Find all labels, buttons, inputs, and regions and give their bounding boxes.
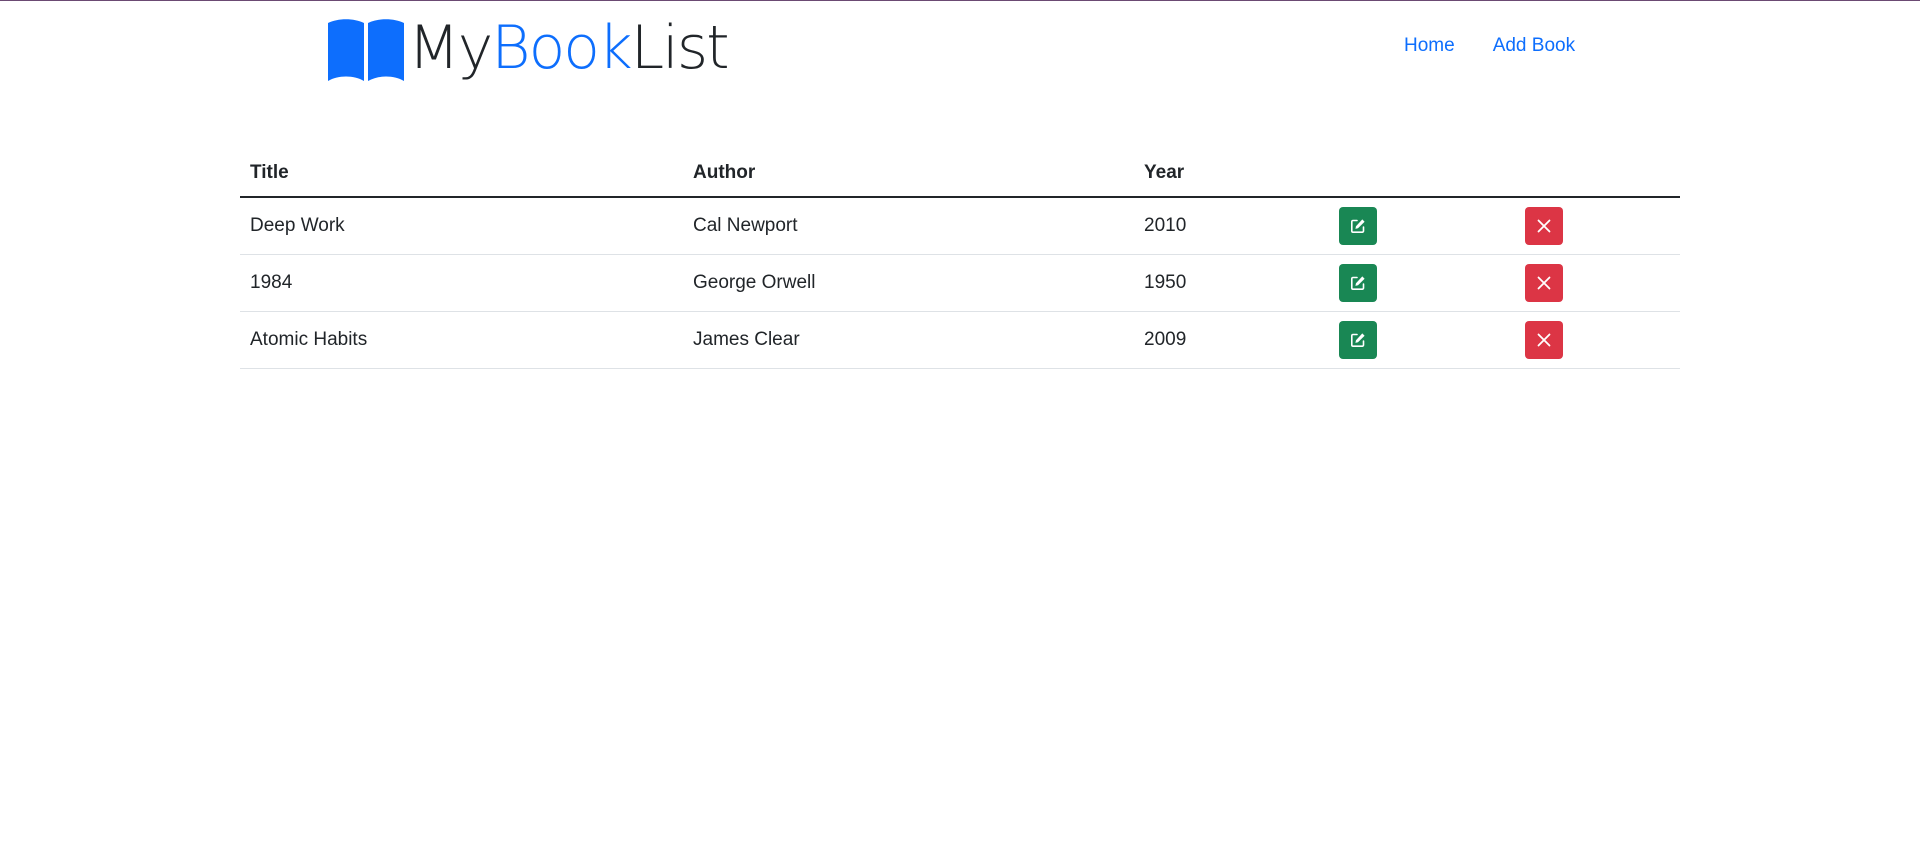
table-body: Deep Work Cal Newport 2010 1984 George O… <box>240 197 1680 369</box>
edit-cell <box>1329 254 1514 312</box>
brand-name-book: Book <box>491 13 632 83</box>
delete-button[interactable] <box>1525 321 1563 359</box>
edit-button[interactable] <box>1339 321 1377 359</box>
book-year: 2010 <box>1134 197 1329 255</box>
column-header-year: Year <box>1134 150 1329 198</box>
brand-name-list: List <box>630 13 730 83</box>
nav-add-book-link[interactable]: Add Book <box>1474 33 1594 59</box>
brand-logo[interactable]: MyBookList <box>326 8 730 92</box>
close-icon <box>1537 276 1551 290</box>
column-header-title: Title <box>240 150 683 198</box>
nav-links: Home Add Book <box>1385 33 1594 59</box>
close-icon <box>1537 219 1551 233</box>
edit-cell <box>1329 197 1514 255</box>
edit-cell <box>1329 311 1514 369</box>
book-author: Cal Newport <box>683 197 1134 255</box>
delete-cell <box>1514 254 1680 312</box>
book-year: 1950 <box>1134 254 1329 312</box>
column-header-edit <box>1329 150 1514 198</box>
edit-button[interactable] <box>1339 264 1377 302</box>
table-row: Deep Work Cal Newport 2010 <box>240 197 1680 255</box>
edit-icon <box>1351 333 1365 347</box>
table-row: Atomic Habits James Clear 2009 <box>240 311 1680 369</box>
table-header: Title Author Year <box>240 150 1680 198</box>
delete-button[interactable] <box>1525 264 1563 302</box>
edit-button[interactable] <box>1339 207 1377 245</box>
navbar: MyBookList Home Add Book <box>0 0 1920 100</box>
delete-cell <box>1514 197 1680 255</box>
book-year: 2009 <box>1134 311 1329 369</box>
nav-home-link[interactable]: Home <box>1385 33 1474 59</box>
book-author: James Clear <box>683 311 1134 369</box>
open-book-icon <box>328 19 404 81</box>
column-header-author: Author <box>683 150 1134 198</box>
brand-name: MyBookList <box>408 18 730 78</box>
delete-cell <box>1514 311 1680 369</box>
edit-icon <box>1351 276 1365 290</box>
book-table: Title Author Year Deep Work Cal Newport … <box>240 150 1680 369</box>
column-header-delete <box>1514 150 1680 198</box>
book-title: Deep Work <box>240 197 683 255</box>
book-title: 1984 <box>240 254 683 312</box>
delete-button[interactable] <box>1525 207 1563 245</box>
table-row: 1984 George Orwell 1950 <box>240 254 1680 312</box>
table-header-row: Title Author Year <box>240 150 1680 198</box>
edit-icon <box>1351 219 1365 233</box>
brand-name-my: My <box>408 13 493 83</box>
book-title: Atomic Habits <box>240 311 683 369</box>
close-icon <box>1537 333 1551 347</box>
book-author: George Orwell <box>683 254 1134 312</box>
